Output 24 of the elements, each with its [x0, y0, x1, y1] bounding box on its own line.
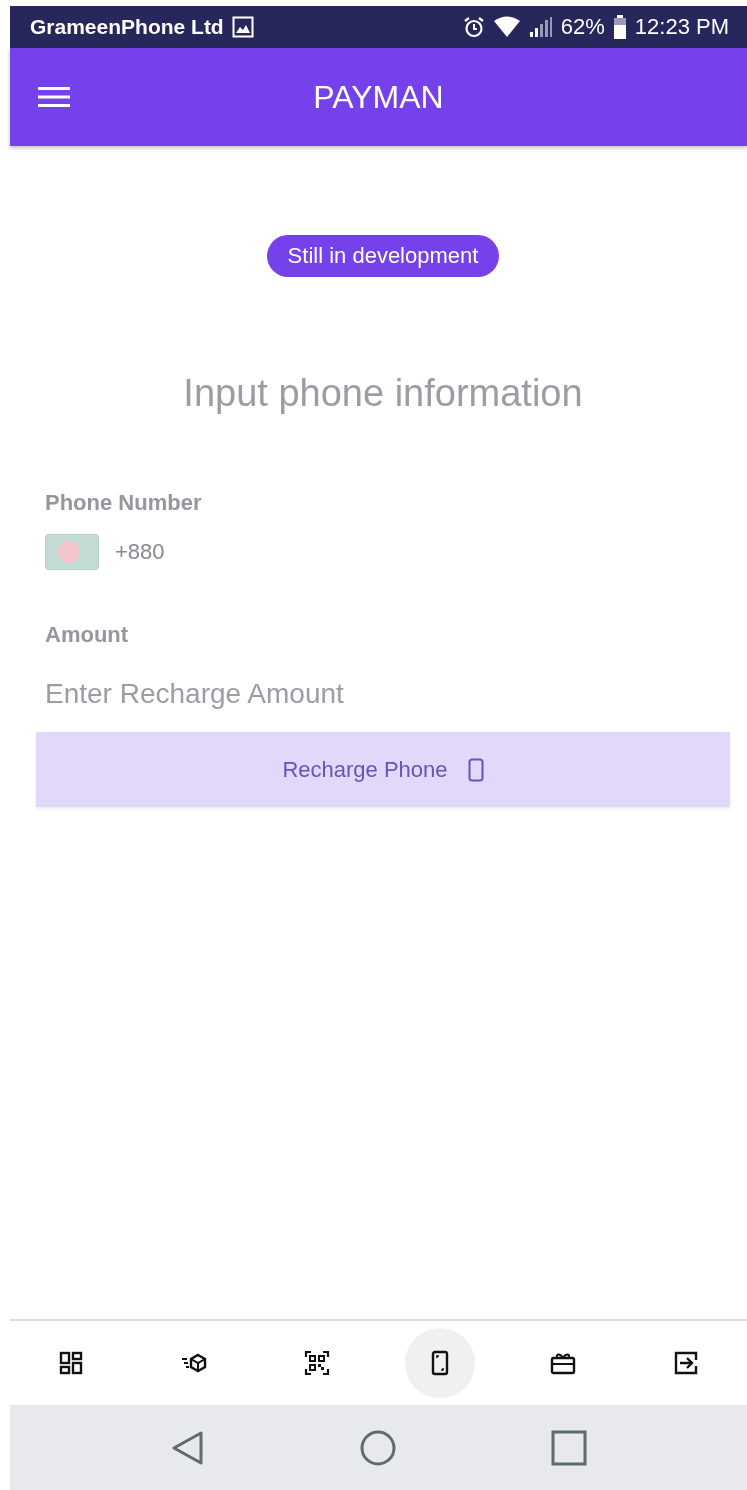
home-icon[interactable] [359, 1429, 396, 1466]
development-badge: Still in development [266, 235, 500, 277]
exit-icon [672, 1350, 699, 1376]
flag-icon [45, 534, 99, 570]
image-icon [231, 16, 254, 38]
wifi-icon [492, 16, 521, 38]
clock: 12:23 PM [634, 14, 729, 40]
app-title: PAYMAN [313, 78, 444, 116]
qr-code-icon [304, 1350, 331, 1376]
amount-field[interactable]: Enter Recharge Amount [45, 678, 445, 710]
field-label: Amount [45, 622, 130, 648]
phone-icon [467, 757, 484, 782]
menu-icon[interactable] [38, 86, 70, 108]
dashboard-icon [58, 1350, 85, 1376]
battery-icon [612, 15, 627, 39]
phone-number-field[interactable]: +880 [115, 539, 235, 565]
back-icon[interactable] [170, 1429, 205, 1466]
signal-icon [528, 16, 553, 38]
field-label: Phone Number [45, 490, 203, 516]
recents-icon[interactable] [550, 1429, 587, 1466]
alarm-icon [462, 16, 485, 38]
form-heading: Input phone information [182, 372, 584, 415]
carrier-name: GrameenPhone Ltd [30, 15, 224, 39]
battery-percent: 62% [560, 14, 605, 40]
